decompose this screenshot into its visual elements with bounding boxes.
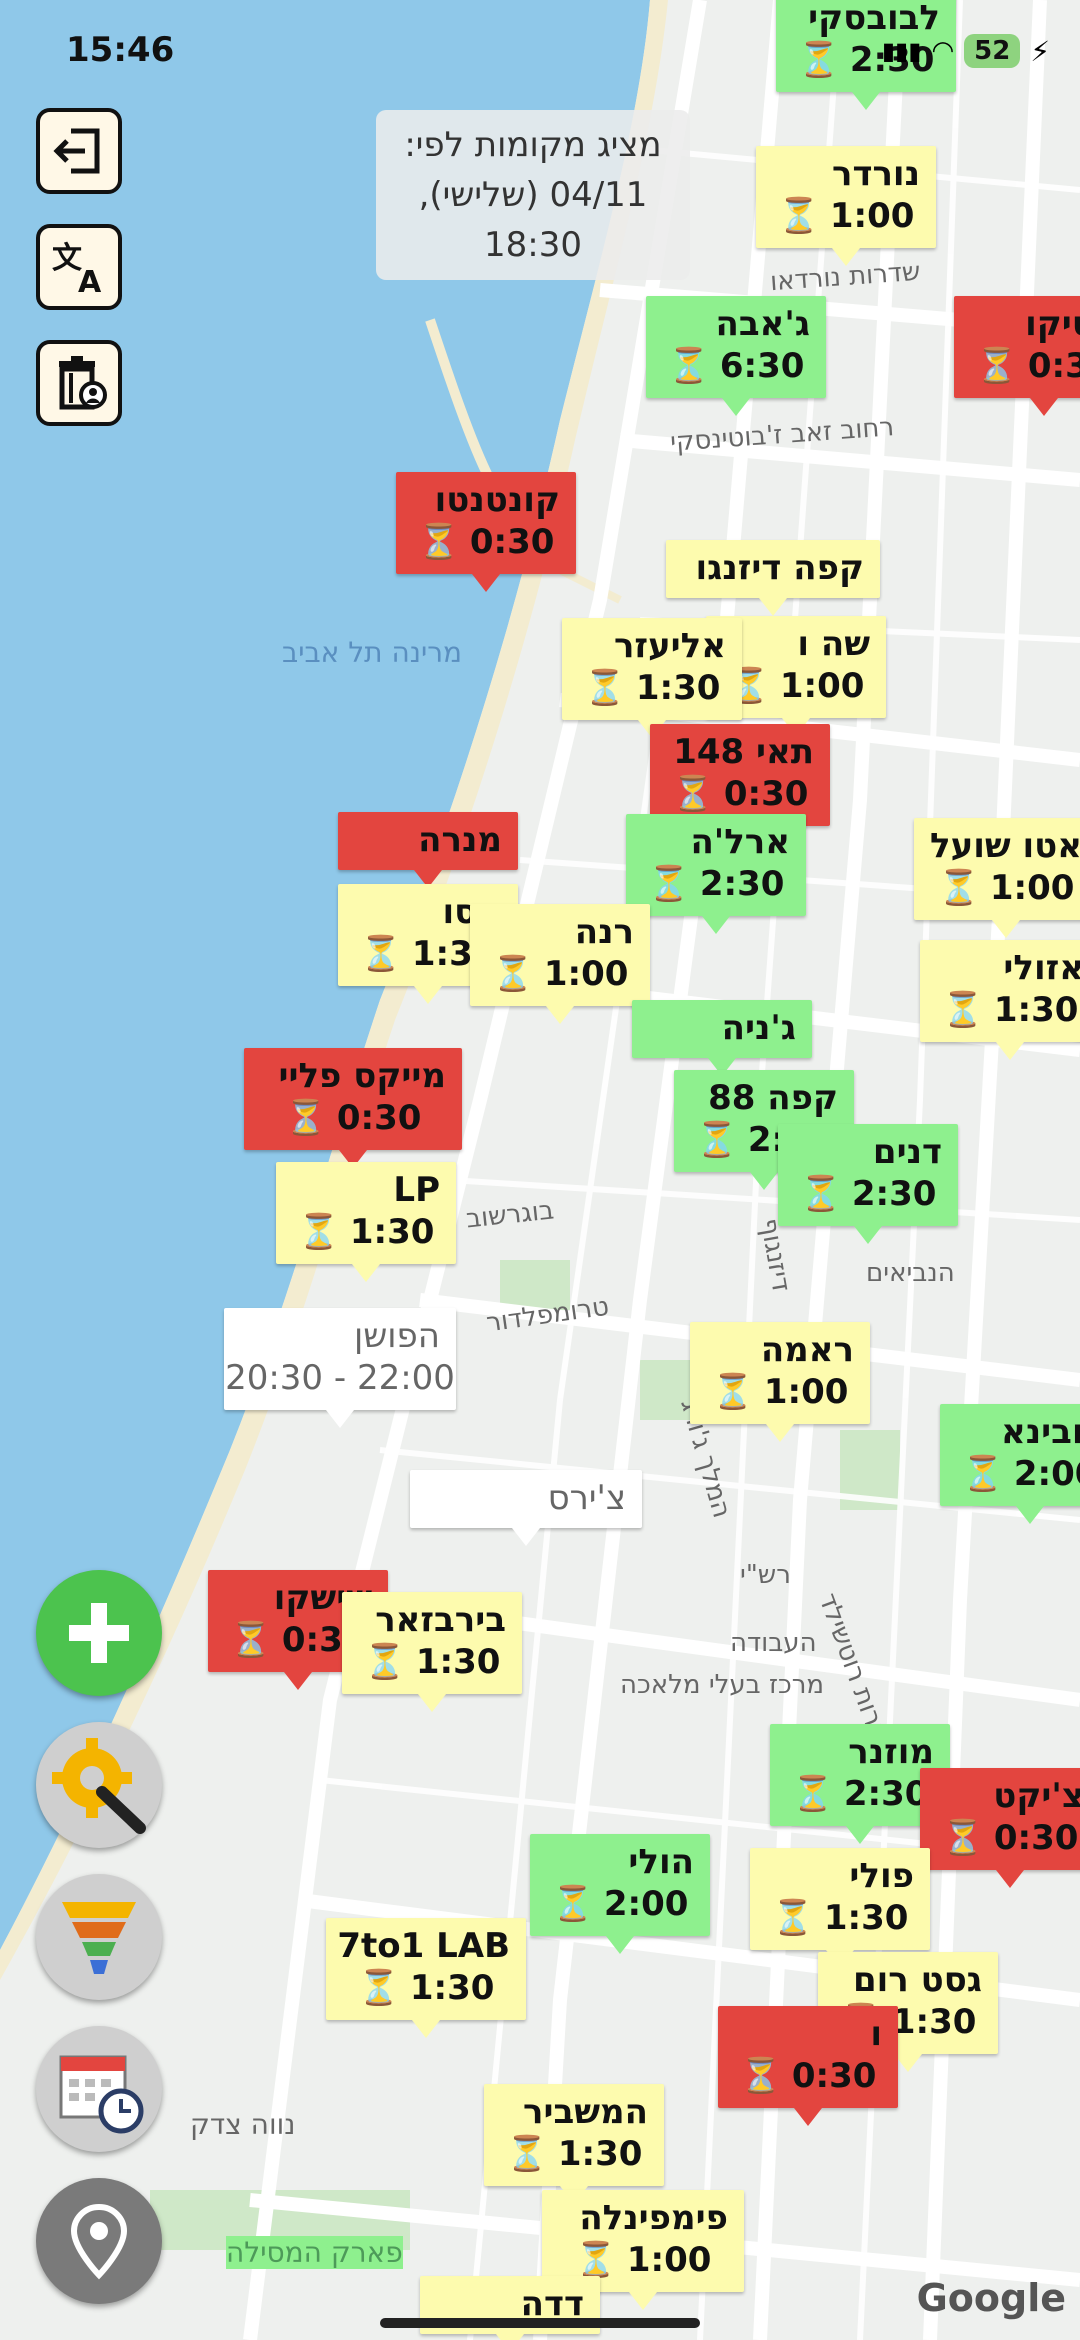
battery-indicator: 52 bbox=[964, 34, 1021, 68]
place-marker[interactable]: צ'יקט ⏳ 0:30 bbox=[920, 1768, 1080, 1888]
calendar-clock-icon bbox=[59, 2055, 144, 2134]
wifi-icon: ◠ bbox=[931, 36, 955, 66]
place-marker[interactable]: תאי 148 ⏳ 0:30 bbox=[650, 724, 830, 844]
place-marker[interactable]: ג'ניה bbox=[632, 1000, 812, 1076]
plus-icon bbox=[69, 1603, 129, 1663]
place-marker[interactable]: רנה ⏳ 1:00 bbox=[470, 904, 650, 1024]
place-marker[interactable]: קפה דיזנגו bbox=[666, 540, 880, 616]
map-screen: מרינה תל אביב שדרות נורדאו רחוב זאב ז'בו… bbox=[0, 0, 1080, 2340]
trash-user-icon bbox=[59, 356, 107, 410]
hourglass-icon: ⏳ bbox=[667, 346, 710, 386]
hourglass-icon: ⏳ bbox=[551, 1884, 594, 1924]
translate-icon: 文A bbox=[52, 241, 102, 298]
hourglass-icon: ⏳ bbox=[417, 522, 460, 562]
place-marker[interactable]: קונטנטו ⏳ 0:30 bbox=[396, 472, 576, 592]
hourglass-icon: ⏳ bbox=[975, 346, 1018, 386]
date-info-box: מציג מקומות לפי: 04/11 (שלישי), 18:30 bbox=[376, 110, 690, 280]
hourglass-icon: ⏳ bbox=[937, 868, 980, 908]
hourglass-icon: ⏳ bbox=[791, 1774, 834, 1814]
hourglass-icon: ⏳ bbox=[797, 40, 840, 80]
svg-text:A: A bbox=[78, 265, 102, 298]
map-label-newe-tzedek: נווה צדק bbox=[190, 2108, 296, 2141]
google-logo: Google bbox=[916, 2276, 1066, 2320]
place-marker[interactable]: 7to1 LAB ⏳ 1:30 bbox=[326, 1918, 526, 2038]
map-label-rashi: רש"י bbox=[740, 1560, 791, 1590]
hourglass-icon: ⏳ bbox=[941, 990, 984, 1030]
event-marker[interactable]: הפושן 20:30 - 22:00 bbox=[224, 1308, 456, 1428]
home-indicator[interactable] bbox=[380, 2318, 700, 2328]
signal-icon: ▮▮▮ bbox=[881, 37, 922, 65]
place-marker[interactable]: ארל'ה ⏳ 2:30 bbox=[626, 814, 806, 934]
hourglass-icon: ⏳ bbox=[647, 864, 690, 904]
hourglass-icon: ⏳ bbox=[359, 934, 402, 974]
place-marker[interactable]: אזולי ⏳ 1:30 bbox=[920, 940, 1080, 1060]
gear-wrench-icon bbox=[52, 1738, 146, 1834]
charging-icon: ⚡ bbox=[1030, 34, 1050, 68]
place-marker[interactable]: מייקס פליי ⏳ 0:30 bbox=[244, 1048, 462, 1168]
logout-button[interactable] bbox=[36, 108, 122, 194]
map-label-marina: מרינה תל אביב bbox=[282, 636, 463, 669]
map-label-nevi-im: הנביאים bbox=[866, 1258, 955, 1288]
place-marker[interactable]: ראמה ⏳ 1:00 bbox=[690, 1322, 870, 1442]
place-marker[interactable]: מנרה bbox=[338, 812, 518, 888]
hourglass-icon: ⏳ bbox=[771, 1898, 814, 1938]
hourglass-icon: ⏳ bbox=[297, 1212, 340, 1252]
status-icons: ▮▮▮ ◠ 52 ⚡ bbox=[882, 34, 1050, 68]
place-marker[interactable]: פולי ⏳ 1:30 bbox=[750, 1848, 930, 1968]
translate-button[interactable]: 文A bbox=[36, 224, 122, 310]
hourglass-icon: ⏳ bbox=[505, 2134, 548, 2174]
hourglass-icon: ⏳ bbox=[695, 1120, 738, 1160]
hourglass-icon: ⏳ bbox=[961, 1454, 1004, 1494]
hourglass-icon: ⏳ bbox=[357, 1968, 400, 2008]
hourglass-icon: ⏳ bbox=[284, 1098, 327, 1138]
place-marker[interactable]: LP ⏳ 1:30 bbox=[276, 1162, 456, 1282]
hourglass-icon: ⏳ bbox=[583, 668, 626, 708]
hourglass-icon: ⏳ bbox=[777, 196, 820, 236]
hourglass-icon: ⏳ bbox=[229, 1620, 272, 1660]
schedule-button[interactable] bbox=[36, 2026, 162, 2152]
place-marker[interactable]: המשביר ⏳ 1:30 bbox=[484, 2084, 664, 2204]
filter-button[interactable] bbox=[36, 1874, 162, 2000]
place-marker[interactable]: נורדר ⏳ 1:00 bbox=[756, 146, 936, 266]
map-label-balei-melacha: מרכז בעלי מלאכה bbox=[620, 1670, 825, 1700]
place-marker[interactable]: ו ⏳ 0:30 bbox=[718, 2006, 898, 2126]
place-marker[interactable]: ג'אבה ⏳ 6:30 bbox=[646, 296, 826, 416]
map-label-park: פארק המסילה bbox=[226, 2236, 403, 2269]
funnel-icon bbox=[62, 1902, 136, 1974]
place-marker[interactable]: דנים ⏳ 2:30 bbox=[778, 1124, 958, 1244]
hourglass-icon: ⏳ bbox=[711, 1372, 754, 1412]
hourglass-icon: ⏳ bbox=[941, 1818, 984, 1858]
hourglass-icon: ⏳ bbox=[363, 1642, 406, 1682]
delete-user-button[interactable] bbox=[36, 340, 122, 426]
status-time: 15:46 bbox=[66, 30, 175, 70]
my-location-button[interactable] bbox=[36, 2178, 162, 2304]
place-marker[interactable]: אליעזר ⏳ 1:30 bbox=[562, 618, 742, 738]
hourglass-icon: ⏳ bbox=[671, 774, 714, 814]
place-marker[interactable]: בירבזאר ⏳ 1:30 bbox=[342, 1592, 522, 1712]
event-marker[interactable]: צ'ירס bbox=[410, 1470, 642, 1546]
hourglass-icon: ⏳ bbox=[799, 1174, 842, 1214]
place-marker[interactable]: סטיקו⏳0:30 bbox=[954, 296, 1080, 416]
logout-icon bbox=[53, 128, 100, 174]
location-pin-icon bbox=[70, 2203, 128, 2280]
hourglass-icon: ⏳ bbox=[491, 954, 534, 994]
hourglass-icon: ⏳ bbox=[739, 2056, 782, 2096]
place-marker[interactable]: אטו שועל ⏳ 1:00 bbox=[914, 818, 1080, 938]
place-marker[interactable]: רובינא⏳2:00 bbox=[940, 1404, 1080, 1524]
place-marker[interactable]: הולי ⏳ 2:00 bbox=[530, 1834, 710, 1954]
add-place-button[interactable] bbox=[36, 1570, 162, 1696]
map-label-avoda: העבודה bbox=[730, 1628, 817, 1658]
settings-button[interactable] bbox=[36, 1722, 162, 1848]
